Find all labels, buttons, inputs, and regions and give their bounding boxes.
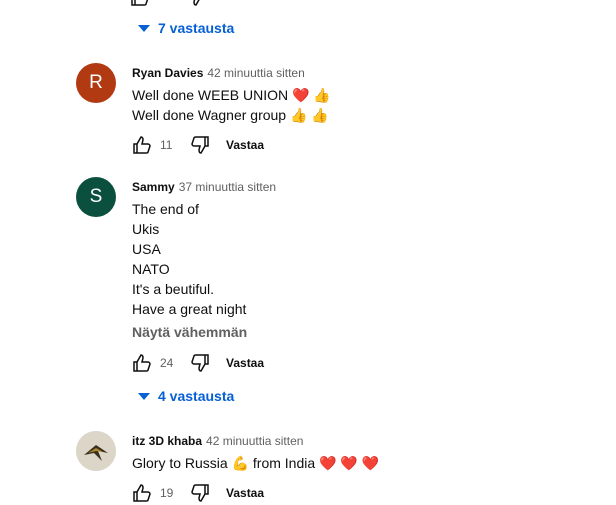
avatar-image: [76, 431, 116, 471]
dislike-icon[interactable]: [188, 351, 212, 375]
author-name[interactable]: itz 3D khaba: [132, 434, 202, 448]
reply-button[interactable]: Vastaa: [226, 356, 264, 370]
show-less-button[interactable]: Näytä vähemmän: [132, 324, 247, 340]
top-dislike-icon[interactable]: [185, 0, 205, 11]
like-count: 19: [160, 486, 174, 500]
avatar[interactable]: R: [76, 63, 116, 103]
comment-text-line: Well done WEEB UNION ❤️ 👍: [132, 87, 331, 103]
avatar[interactable]: [76, 431, 116, 471]
comment-actions: 24 Vastaa: [130, 351, 264, 375]
comment-text-line: USA: [132, 241, 161, 257]
like-icon[interactable]: [130, 133, 154, 157]
like-count: 24: [160, 356, 174, 370]
comment-text-line: Have a great night: [132, 301, 247, 317]
like-icon[interactable]: [130, 351, 154, 375]
timestamp[interactable]: 42 minuuttia sitten: [206, 434, 303, 448]
comment-header: Sammy 37 minuuttia sitten: [132, 179, 276, 195]
dislike-icon[interactable]: [188, 481, 212, 505]
comment-header: itz 3D khaba 42 minuuttia sitten: [132, 433, 303, 449]
replies-toggle-label: 7 vastausta: [158, 20, 235, 36]
avatar[interactable]: S: [76, 177, 116, 217]
dislike-icon[interactable]: [188, 133, 212, 157]
reply-button[interactable]: Vastaa: [226, 486, 264, 500]
comment-text-line: Well done Wagner group 👍 👍: [132, 107, 329, 123]
timestamp[interactable]: 37 minuuttia sitten: [179, 180, 276, 194]
comment-actions: 11 Vastaa: [130, 133, 264, 157]
like-count: 11: [160, 138, 173, 152]
comment-text-line: Ukis: [132, 221, 160, 237]
comment-header: Ryan Davies 42 minuuttia sitten: [132, 65, 305, 81]
author-name[interactable]: Sammy: [132, 180, 175, 194]
comment-text-line: NATO: [132, 261, 170, 277]
top-like-icon[interactable]: [130, 0, 150, 11]
comment-text-line: Glory to Russia 💪 from India ❤️ ❤️ ❤️: [132, 455, 380, 471]
author-name[interactable]: Ryan Davies: [132, 66, 203, 80]
like-icon[interactable]: [130, 481, 154, 505]
comment-actions: 19 Vastaa: [130, 481, 264, 505]
reply-button[interactable]: Vastaa: [226, 138, 264, 152]
replies-toggle[interactable]: 4 vastausta: [138, 388, 234, 404]
timestamp[interactable]: 42 minuuttia sitten: [207, 66, 304, 80]
chevron-down-icon: [138, 392, 150, 400]
replies-toggle-label: 4 vastausta: [158, 388, 235, 404]
replies-toggle[interactable]: 7 vastausta: [138, 20, 234, 36]
chevron-down-icon: [138, 24, 150, 32]
comment-text-line: The end of: [132, 201, 199, 217]
comment-text-line: It's a beutiful.: [132, 281, 215, 297]
